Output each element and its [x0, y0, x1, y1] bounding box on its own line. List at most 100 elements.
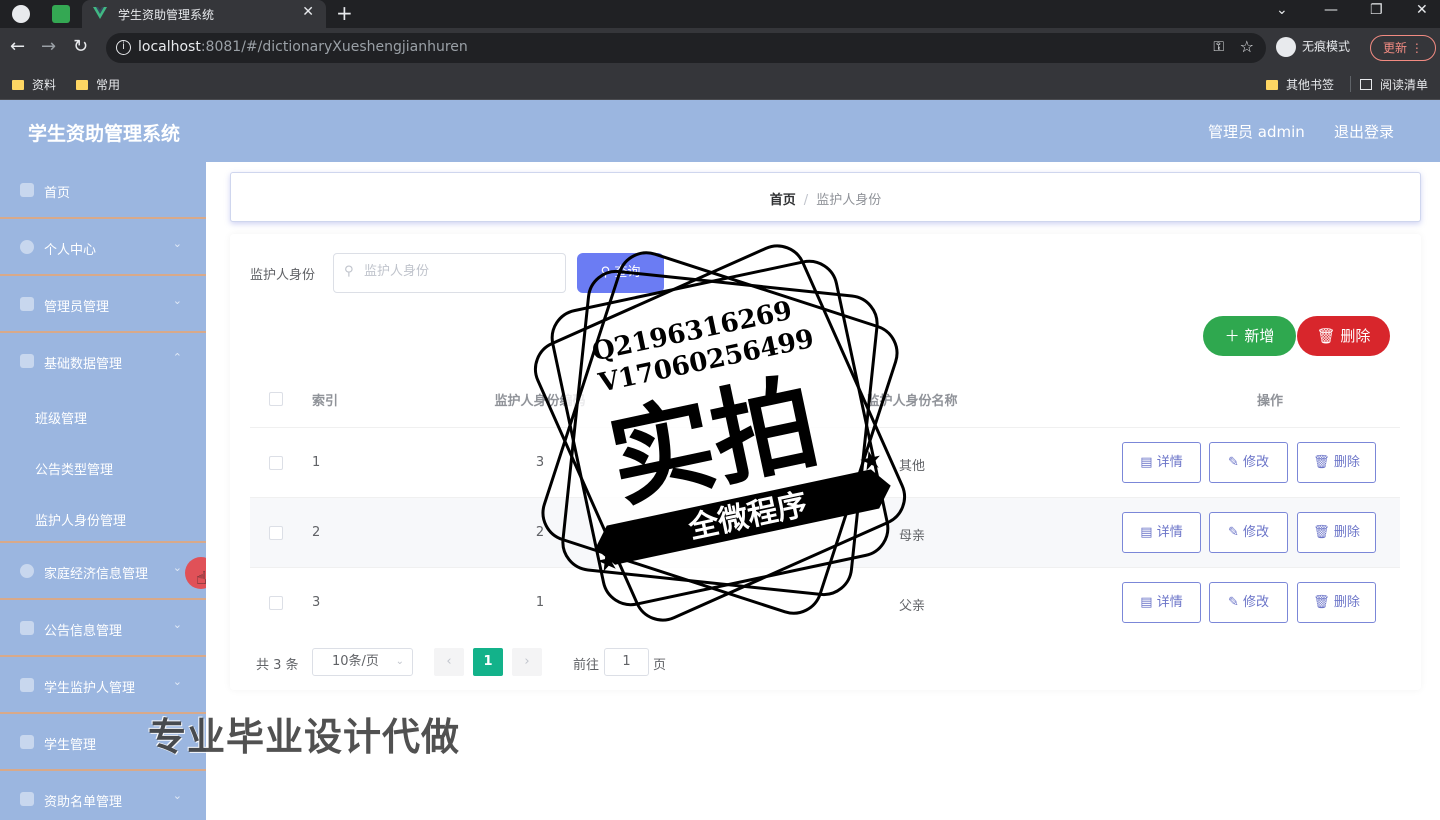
goto-unit: 页: [653, 658, 667, 673]
header-code: 监护人身份编码: [494, 394, 586, 409]
sidebar-item-label: 管理员管理: [44, 300, 110, 315]
back-icon[interactable]: ←: [10, 36, 25, 58]
add-button-label: 新增: [1244, 327, 1275, 345]
sidebar-subitem-guardian-identity[interactable]: 监护人身份管理: [0, 492, 206, 543]
cell-name: 父亲: [898, 599, 925, 614]
user-icon: [20, 564, 34, 578]
other-bookmarks[interactable]: 其他书签: [1266, 76, 1334, 93]
cell-index: 1: [312, 455, 321, 470]
row-delete-button[interactable]: 🗑 删除: [1297, 512, 1376, 553]
detail-label: 详情: [1156, 595, 1183, 610]
document-icon: ▤: [1140, 525, 1157, 540]
chevron-down-icon: ⌄: [172, 789, 182, 802]
building-icon: [20, 297, 34, 311]
edit-button[interactable]: ✎ 修改: [1209, 442, 1288, 483]
bookmark-folder-changyong[interactable]: 常用: [76, 76, 120, 93]
admin-label: 管理员 admin: [1208, 123, 1305, 141]
sidebar-item-aid-list[interactable]: 资助名单管理 ⌄: [0, 771, 206, 820]
app-header: 学生资助管理系统 管理员 admin 退出登录: [0, 100, 1440, 162]
row-delete-label: 删除: [1333, 455, 1360, 470]
reading-list-icon: [1360, 79, 1372, 90]
reload-icon[interactable]: ↻: [73, 36, 88, 58]
detail-button[interactable]: ▤ 详情: [1122, 512, 1201, 553]
bookmark-folder-ziliao[interactable]: 资料: [12, 76, 56, 93]
window-close-icon[interactable]: ✕: [1416, 2, 1428, 18]
sidebar-item-personal-center[interactable]: 个人中心 ⌄: [0, 219, 206, 276]
row-checkbox[interactable]: [269, 456, 283, 470]
row-delete-label: 删除: [1333, 595, 1360, 610]
forward-icon[interactable]: →: [41, 36, 56, 58]
restore-icon[interactable]: ❐: [1370, 2, 1383, 18]
delete-button-label: 删除: [1340, 327, 1371, 345]
bookmark-star-icon[interactable]: ☆: [1240, 37, 1254, 56]
browser-nav-bar: ← → ↻ i localhost:8081/#/dictionaryXuesh…: [0, 28, 1440, 68]
header-index: 索引: [312, 394, 339, 409]
minimize-icon[interactable]: —: [1324, 2, 1338, 18]
header-operation: 操作: [1256, 394, 1283, 409]
bookmark-label: 常用: [96, 78, 121, 92]
detail-label: 详情: [1156, 455, 1183, 470]
sidebar-subitem-label: 公告类型管理: [35, 463, 114, 478]
other-bookmarks-label: 其他书签: [1286, 78, 1335, 92]
globe-icon[interactable]: [12, 5, 30, 23]
new-tab-button[interactable]: +: [336, 2, 353, 24]
sidebar-item-basic-data[interactable]: 基础数据管理 ⌃: [0, 333, 206, 390]
tab-close-icon[interactable]: ✕: [302, 4, 314, 20]
sidebar-item-label: 资助名单管理: [44, 795, 123, 810]
search-icon: ⚲: [600, 265, 615, 280]
prev-page-button[interactable]: ‹: [434, 648, 464, 676]
notice-icon: [20, 621, 34, 635]
row-delete-button[interactable]: 🗑 删除: [1297, 442, 1376, 483]
chevron-down-icon: ⌄: [172, 675, 182, 688]
search-input[interactable]: [364, 264, 554, 279]
edit-button[interactable]: ✎ 修改: [1209, 582, 1288, 623]
page-size-select[interactable]: 10条/页 ⌄: [312, 648, 413, 676]
incognito-indicator[interactable]: 无痕模式: [1276, 37, 1350, 57]
chevron-up-icon: ⌃: [172, 351, 182, 364]
sidebar-item-notice-info[interactable]: 公告信息管理 ⌄: [0, 600, 206, 657]
reading-list[interactable]: 阅读清单: [1360, 76, 1428, 93]
tab-list-icon[interactable]: ⌄: [1276, 2, 1288, 18]
row-delete-button[interactable]: 🗑 删除: [1297, 582, 1376, 623]
reading-list-label: 阅读清单: [1380, 78, 1429, 92]
cell-code: 1: [535, 595, 545, 610]
sidebar-item-label: 首页: [44, 186, 71, 201]
sidebar-item-admin-management[interactable]: 管理员管理 ⌄: [0, 276, 206, 333]
edit-icon: ✎: [1227, 455, 1243, 470]
chevron-down-icon: ⌄: [395, 656, 404, 667]
address-bar[interactable]: i localhost:8081/#/dictionaryXueshengjia…: [106, 33, 1266, 63]
batch-delete-button[interactable]: 🗑 删除: [1297, 316, 1390, 356]
add-button[interactable]: ＋ 新增: [1203, 316, 1296, 356]
sidebar-item-family-economy[interactable]: 家庭经济信息管理 ⌄: [0, 543, 206, 600]
goto-page-input[interactable]: 1: [604, 648, 649, 676]
browser-tab[interactable]: 学生资助管理系统 ✕: [82, 0, 326, 28]
header-name: 监护人身份名称: [866, 394, 958, 409]
browser-tab-bar: 学生资助管理系统 ✕ + ⌄ — ❐ ✕: [0, 0, 1440, 28]
select-all-checkbox[interactable]: [269, 392, 283, 406]
page-number-current[interactable]: 1: [473, 648, 503, 676]
row-checkbox[interactable]: [269, 596, 283, 610]
sidebar-subitem-class[interactable]: 班级管理: [0, 390, 206, 441]
sidebar-item-home[interactable]: 首页: [0, 162, 206, 219]
edit-button[interactable]: ✎ 修改: [1209, 512, 1288, 553]
key-icon[interactable]: ⚿: [1213, 39, 1224, 55]
sidebar-subitem-notice-type[interactable]: 公告类型管理: [0, 441, 206, 492]
row-checkbox[interactable]: [269, 526, 283, 540]
site-info-icon[interactable]: i: [116, 40, 131, 55]
update-button[interactable]: 更新 ⋮: [1370, 35, 1436, 61]
search-icon: ⚲: [344, 264, 354, 279]
url-text[interactable]: localhost:8081/#/dictionaryXueshengjianh…: [138, 39, 468, 55]
detail-button[interactable]: ▤ 详情: [1122, 582, 1201, 623]
search-input-box[interactable]: ⚲: [333, 253, 566, 293]
id-card-icon: [20, 678, 34, 692]
folder-icon: [1266, 80, 1278, 90]
goto-label: 前往: [573, 658, 600, 673]
query-button[interactable]: ⚲ 查询: [577, 253, 664, 293]
user-icon: [20, 240, 34, 254]
breadcrumb-home[interactable]: 首页: [770, 193, 796, 208]
tab-search-icon[interactable]: [52, 5, 70, 23]
detail-button[interactable]: ▤ 详情: [1122, 442, 1201, 483]
logout-button[interactable]: 退出登录: [1334, 121, 1394, 142]
edit-label: 修改: [1243, 595, 1270, 610]
next-page-button[interactable]: ›: [512, 648, 542, 676]
